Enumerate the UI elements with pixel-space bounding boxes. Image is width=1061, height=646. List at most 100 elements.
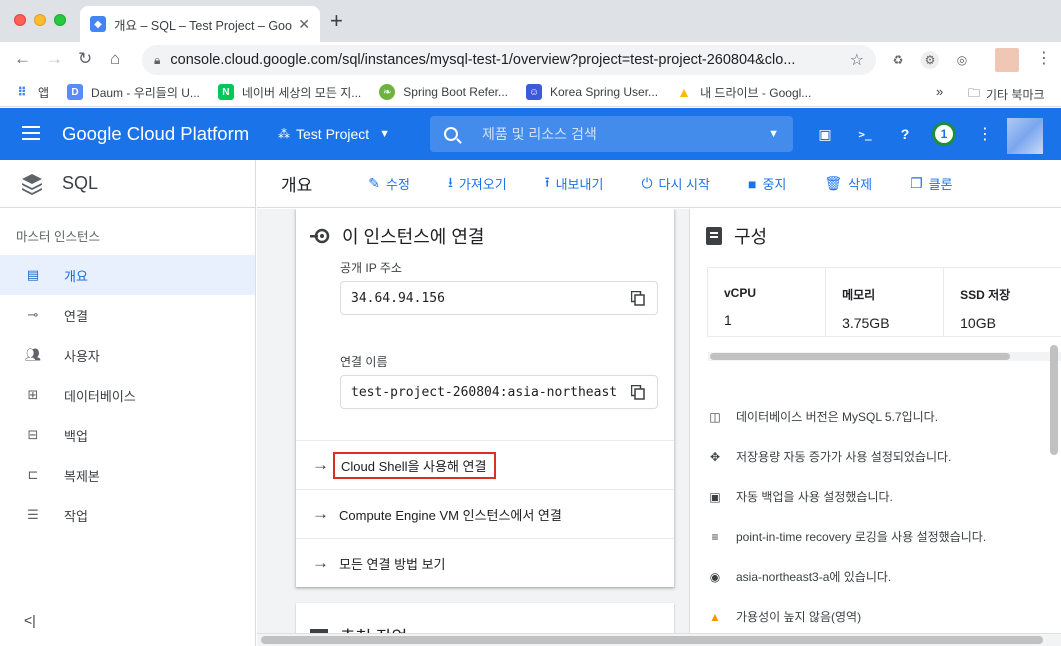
- spec-key: 메모리: [842, 288, 876, 302]
- sidebar-item-label: 사용자: [64, 348, 100, 364]
- browser-menu-icon[interactable]: ⋮: [1036, 48, 1052, 68]
- recycle-extension-icon[interactable]: ♻: [889, 51, 907, 69]
- scrollbar-thumb[interactable]: [261, 636, 1043, 644]
- sidebar-section-label: 마스터 인스턴스: [16, 230, 100, 244]
- extension-circle-icon[interactable]: ◎: [953, 51, 971, 69]
- account-avatar[interactable]: [1007, 118, 1043, 154]
- sidebar-header: SQL: [0, 160, 255, 208]
- home-icon[interactable]: ⌂: [110, 50, 120, 68]
- forward-arrow-icon[interactable]: →: [46, 50, 63, 68]
- nav-menu-icon[interactable]: [22, 126, 40, 140]
- minimize-window-button[interactable]: [34, 14, 46, 26]
- connection-name-field[interactable]: test-project-260804:asia-northeast: [340, 375, 658, 409]
- bookmark-ksug[interactable]: ☺ Korea Spring User...: [526, 84, 658, 100]
- info-text: 가용성이 높지 않음(영역): [736, 610, 862, 624]
- url-text: console.cloud.google.com/sql/instances/m…: [170, 52, 796, 68]
- info-auto-backup: ▣ 자동 백업을 사용 설정했습니다.: [708, 488, 893, 505]
- sidebar-item-label: 데이터베이스: [64, 388, 136, 404]
- project-selector[interactable]: ⁂ Test Project ▼: [278, 126, 390, 142]
- bookmark-drive[interactable]: ▲ 내 드라이브 - Googl...: [676, 84, 811, 101]
- horizontal-scrollbar[interactable]: [257, 633, 1061, 646]
- export-label: 내보내기: [555, 177, 604, 192]
- help-icon[interactable]: ?: [894, 123, 916, 145]
- action-bar: 개요 ✎ 수정 ⭳ 가져오기 ⭱ 내보내기 ⏻ 다시 시작 ■ 중지 🗑︎ 삭제…: [257, 160, 1061, 208]
- spring-icon: ❧: [379, 84, 396, 100]
- gcp-brand[interactable]: Google Cloud Platform: [62, 123, 249, 145]
- sidebar-item-overview[interactable]: ▤ 개요: [0, 255, 255, 295]
- view-all-link-label: 모든 연결 방법 보기: [339, 556, 446, 572]
- bookmark-daum[interactable]: D Daum - 우리들의 U...: [67, 84, 200, 101]
- import-button[interactable]: ⭳ 가져오기: [448, 172, 507, 196]
- sql-logo-icon: [22, 173, 42, 195]
- new-tab-icon[interactable]: +: [330, 10, 343, 32]
- address-bar[interactable]: 🔒︎ console.cloud.google.com/sql/instance…: [142, 45, 876, 75]
- stop-button[interactable]: ■ 중지: [748, 174, 786, 193]
- gift-icon[interactable]: ▣: [814, 123, 836, 145]
- recommended-card: 추천 작업: [296, 603, 674, 633]
- scrollbar-thumb[interactable]: [710, 353, 1010, 360]
- info-text: point-in-time recovery 로깅을 사용 설정했습니다.: [736, 530, 987, 544]
- sidebar-item-users[interactable]: 👥︎ 사용자: [0, 335, 255, 375]
- operations-icon: ☰: [27, 507, 39, 522]
- connect-compute-engine-link[interactable]: → Compute Engine VM 인스턴스에서 연결: [296, 489, 674, 538]
- bookmark-star-icon[interactable]: ☆: [850, 50, 864, 70]
- backup-icon: ⊟: [27, 427, 39, 442]
- bookmark-apps[interactable]: ⠿ 앱: [14, 84, 49, 101]
- copy-icon[interactable]: [631, 291, 645, 306]
- restart-button[interactable]: ⏻ 다시 시작: [641, 174, 710, 193]
- more-vert-icon[interactable]: ⋮: [974, 123, 996, 145]
- close-window-button[interactable]: [14, 14, 26, 26]
- search-bar[interactable]: ▼: [430, 116, 793, 152]
- copy-icon[interactable]: [631, 385, 645, 400]
- config-title-text: 구성: [734, 227, 768, 247]
- recommended-card-title: 추천 작업: [310, 623, 407, 633]
- search-icon: [444, 127, 458, 141]
- bookmark-naver[interactable]: N 네이버 세상의 모든 지...: [217, 84, 362, 101]
- other-bookmarks-folder[interactable]: 🗀 기타 북마크: [968, 84, 1045, 105]
- edit-button[interactable]: ✎ 수정: [368, 174, 410, 193]
- tab-title: 개요 – SQL – Test Project – Goo: [114, 18, 292, 33]
- reload-icon[interactable]: ↻: [78, 50, 92, 68]
- clone-icon: ❐: [910, 175, 923, 191]
- close-tab-icon[interactable]: ✕: [298, 16, 310, 33]
- spec-memory: 메모리 3.75GB: [826, 268, 945, 336]
- config-card: 구성 vCPU 1 메모리 3.75GB SSD 저장 10GB ◫ 데이터베이…: [689, 209, 1061, 633]
- sidebar-item-replicas[interactable]: ⊏ 복제본: [0, 455, 255, 495]
- cloud-shell-icon[interactable]: >_: [854, 123, 876, 145]
- vertical-scrollbar-thumb[interactable]: [1050, 345, 1058, 455]
- info-pitr-logging: ≡ point-in-time recovery 로깅을 사용 설정했습니다.: [708, 528, 986, 545]
- public-ip-field[interactable]: 34.64.94.156: [340, 281, 658, 315]
- bookmarks-overflow-button[interactable]: »: [936, 84, 943, 99]
- export-button[interactable]: ⭱ 내보내기: [545, 172, 604, 196]
- view-all-connections-link[interactable]: → 모든 연결 방법 보기: [296, 538, 674, 587]
- clone-button[interactable]: ❐ 클론: [910, 174, 952, 193]
- sidebar-item-databases[interactable]: ⊞ 데이터베이스: [0, 375, 255, 415]
- collapse-sidebar-icon[interactable]: <|: [24, 612, 36, 628]
- sidebar-item-operations[interactable]: ☰ 작업: [0, 495, 255, 535]
- naver-icon: N: [217, 84, 234, 100]
- config-icon: [706, 227, 722, 245]
- sidebar-item-connections[interactable]: ⊸ 연결: [0, 295, 255, 335]
- info-text: asia-northeast3-a에 있습니다.: [736, 570, 892, 584]
- sidebar-item-backups[interactable]: ⊟ 백업: [0, 415, 255, 455]
- version-icon: ◫: [709, 409, 721, 424]
- lock-icon: 🔒︎: [154, 52, 161, 67]
- maximize-window-button[interactable]: [54, 14, 66, 26]
- spec-table-scrollbar[interactable]: [708, 352, 1061, 361]
- extension-icon[interactable]: ⚙: [921, 51, 939, 69]
- notification-badge[interactable]: 1: [932, 122, 956, 146]
- bookmark-label: 네이버 세상의 모든 지...: [241, 85, 362, 100]
- gcp-favicon-icon: ◆: [90, 16, 106, 32]
- search-input[interactable]: [482, 126, 769, 142]
- browser-tab-active[interactable]: ◆ 개요 – SQL – Test Project – Goo ✕: [80, 6, 320, 42]
- database-icon: ⊞: [27, 387, 39, 402]
- profile-avatar[interactable]: [995, 48, 1019, 72]
- connect-cloud-shell-link[interactable]: → Cloud Shell을 사용해 연결: [296, 440, 674, 489]
- bookmark-spring[interactable]: ❧ Spring Boot Refer...: [379, 84, 508, 100]
- back-arrow-icon[interactable]: ←: [14, 50, 31, 68]
- search-expand-icon[interactable]: ▼: [768, 128, 779, 140]
- dropdown-caret-icon: ▼: [379, 128, 391, 140]
- delete-button[interactable]: 🗑︎ 삭제: [824, 174, 872, 193]
- spec-value: 10GB: [960, 315, 996, 331]
- bookmark-label: Daum - 우리들의 U...: [91, 85, 200, 100]
